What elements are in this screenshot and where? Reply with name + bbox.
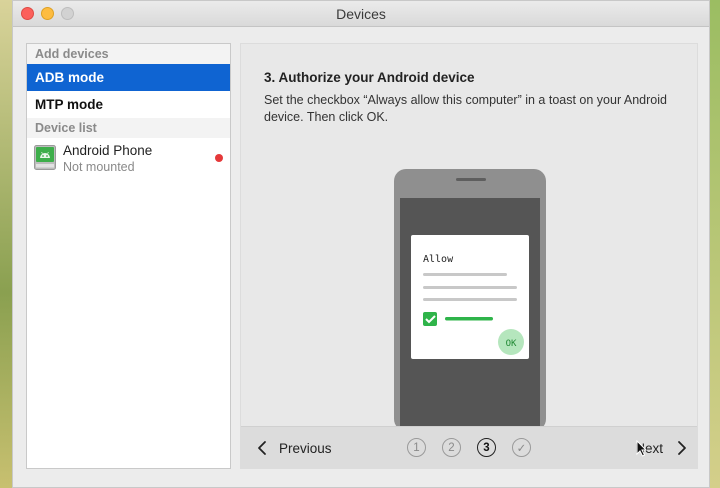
android-phone-icon	[34, 145, 56, 170]
title-bar[interactable]: Devices	[13, 1, 709, 27]
sidebar: Add devices ADB mode MTP mode Device lis…	[26, 43, 231, 469]
step-1-indicator: 1	[407, 438, 426, 457]
checkbox-checked-icon	[423, 312, 437, 326]
main-panel: 3. Authorize your Android device Set the…	[240, 43, 698, 469]
sidebar-item-adb-mode[interactable]: ADB mode	[27, 64, 230, 91]
devices-window: Devices Add devices ADB mode MTP mode De…	[12, 0, 710, 488]
previous-label: Previous	[279, 440, 332, 456]
previous-button[interactable]: Previous	[255, 437, 332, 459]
wizard-navigation-bar: Previous 1 2 3 ✓ Next	[241, 426, 697, 468]
phone-illustration: Allow OK	[394, 169, 546, 429]
svg-text:OK: OK	[506, 339, 517, 349]
chevron-right-icon	[678, 441, 686, 455]
step-instructions: Set the checkbox “Always allow this comp…	[264, 93, 667, 124]
step-3-indicator: 3	[477, 438, 496, 457]
desktop-background-right	[710, 0, 720, 488]
step-title: 3. Authorize your Android device	[264, 70, 475, 85]
device-status: Not mounted	[63, 160, 135, 174]
window-title: Devices	[336, 6, 386, 22]
mouse-pointer-icon	[636, 440, 648, 457]
chevron-left-icon	[258, 441, 266, 455]
step-2-indicator: 2	[442, 438, 461, 457]
device-name: Android Phone	[63, 143, 153, 158]
step-complete-indicator: ✓	[512, 438, 531, 457]
device-list-header: Device list	[27, 118, 230, 138]
step-indicator: 1 2 3 ✓	[407, 438, 531, 457]
sidebar-item-mtp-mode[interactable]: MTP mode	[27, 91, 230, 118]
desktop-background-left	[0, 0, 12, 488]
status-indicator-dot	[215, 154, 223, 162]
add-devices-header: Add devices	[27, 44, 230, 64]
dialog-title: Allow	[423, 254, 454, 265]
device-list-item[interactable]: Android Phone Not mounted	[27, 138, 230, 178]
